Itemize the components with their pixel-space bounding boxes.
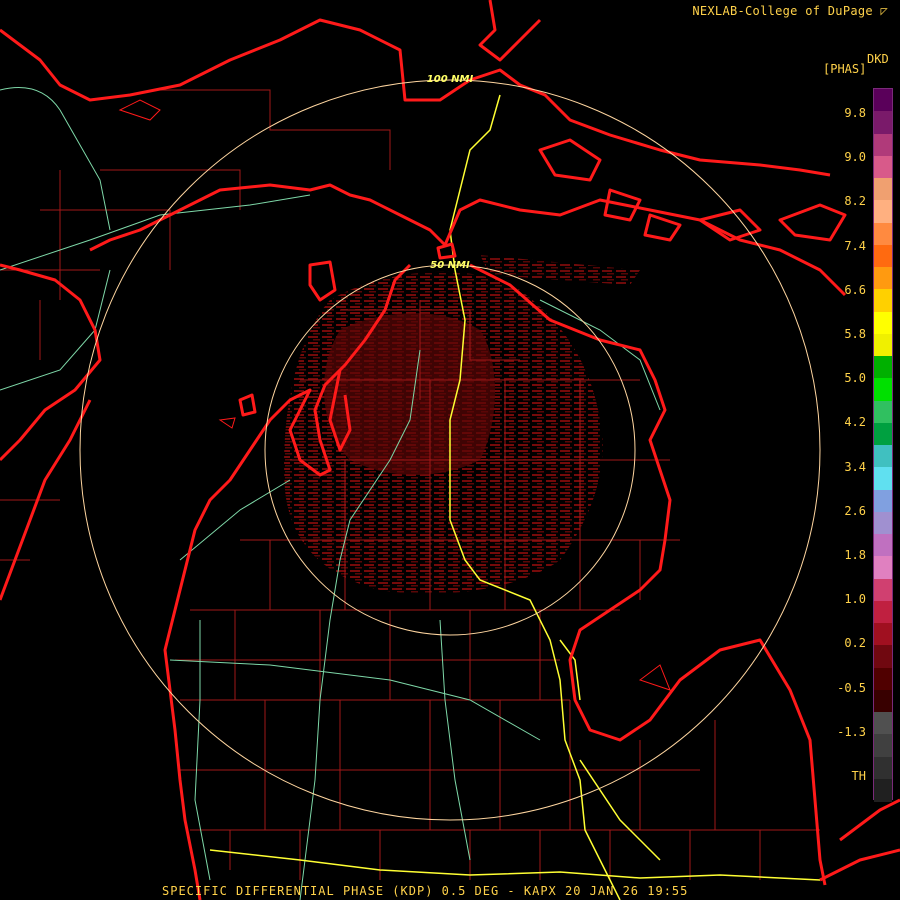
ring-label-50: 50 NMI — [430, 260, 470, 271]
legend-swatch — [874, 689, 892, 713]
legend-swatch — [874, 200, 892, 223]
legend-swatch — [874, 111, 892, 134]
product-code: DKD — [867, 52, 889, 66]
legend-swatch — [874, 244, 892, 268]
legend-tick-label: 1.8 — [844, 548, 866, 562]
legend-tick-label: 7.4 — [844, 238, 866, 253]
legend-tick-label: 9.8 — [844, 106, 866, 120]
legend-swatch — [874, 623, 892, 646]
legend-swatch — [874, 556, 892, 579]
legend-swatch — [874, 489, 892, 513]
legend-swatch — [874, 267, 892, 290]
legend-tick-label: 4.2 — [844, 415, 866, 430]
legend-tick-label: -1.3 — [837, 724, 866, 739]
legend-swatch — [874, 400, 892, 424]
legend-swatch — [874, 467, 892, 490]
legend-swatch — [874, 89, 892, 112]
resize-corner-icon: ◸ — [880, 4, 888, 18]
legend-swatch — [874, 333, 892, 357]
legend-tick-label: 1.0 — [844, 592, 866, 607]
legend-tick-label: 5.0 — [844, 371, 866, 386]
legend-swatch — [874, 378, 892, 401]
legend-tick-label: 6.6 — [844, 282, 866, 297]
legend-swatch — [874, 289, 892, 312]
legend-swatch — [874, 734, 892, 757]
legend-swatch — [874, 133, 892, 157]
legend-tick-label: 5.8 — [844, 327, 866, 341]
legend-color-bar — [873, 88, 893, 802]
legend-tick-label: 8.2 — [844, 194, 866, 209]
legend-tick-label: 3.4 — [844, 459, 866, 474]
legend-swatch — [874, 178, 892, 201]
legend-swatch — [874, 155, 892, 179]
ring-label-100: 100 NMI — [427, 74, 474, 85]
legend-swatch — [874, 578, 892, 602]
legend-tick-label: 9.0 — [844, 150, 866, 165]
product-caption: SPECIFIC DIFFERENTIAL PHASE (KDP) 0.5 DE… — [162, 884, 689, 898]
legend-tick-label: TH — [851, 769, 866, 783]
legend-tick-label: 0.2 — [844, 636, 866, 651]
legend-swatch — [874, 222, 892, 246]
legend-swatch — [874, 600, 892, 624]
radar-map: 100 NMI 50 NMI — [0, 0, 900, 900]
color-legend — [873, 88, 893, 802]
credit-text: NEXLAB-College of DuPage — [692, 4, 873, 18]
legend-swatch — [874, 511, 892, 535]
unit-label: [PHAS] — [823, 62, 867, 76]
legend-tick-label: -0.5 — [837, 680, 866, 695]
legend-swatch — [874, 422, 892, 446]
legend-swatch — [874, 645, 892, 668]
legend-swatch — [874, 356, 892, 379]
legend-swatch — [874, 756, 892, 780]
credit-label: NEXLAB-College of DuPage ◸ — [692, 4, 888, 18]
legend-swatch — [874, 778, 892, 802]
legend-swatch — [874, 445, 892, 468]
legend-swatch — [874, 311, 892, 335]
legend-tick-label: 2.6 — [844, 503, 866, 518]
legend-swatch — [874, 667, 892, 691]
legend-swatch — [874, 534, 892, 557]
legend-swatch — [874, 712, 892, 735]
